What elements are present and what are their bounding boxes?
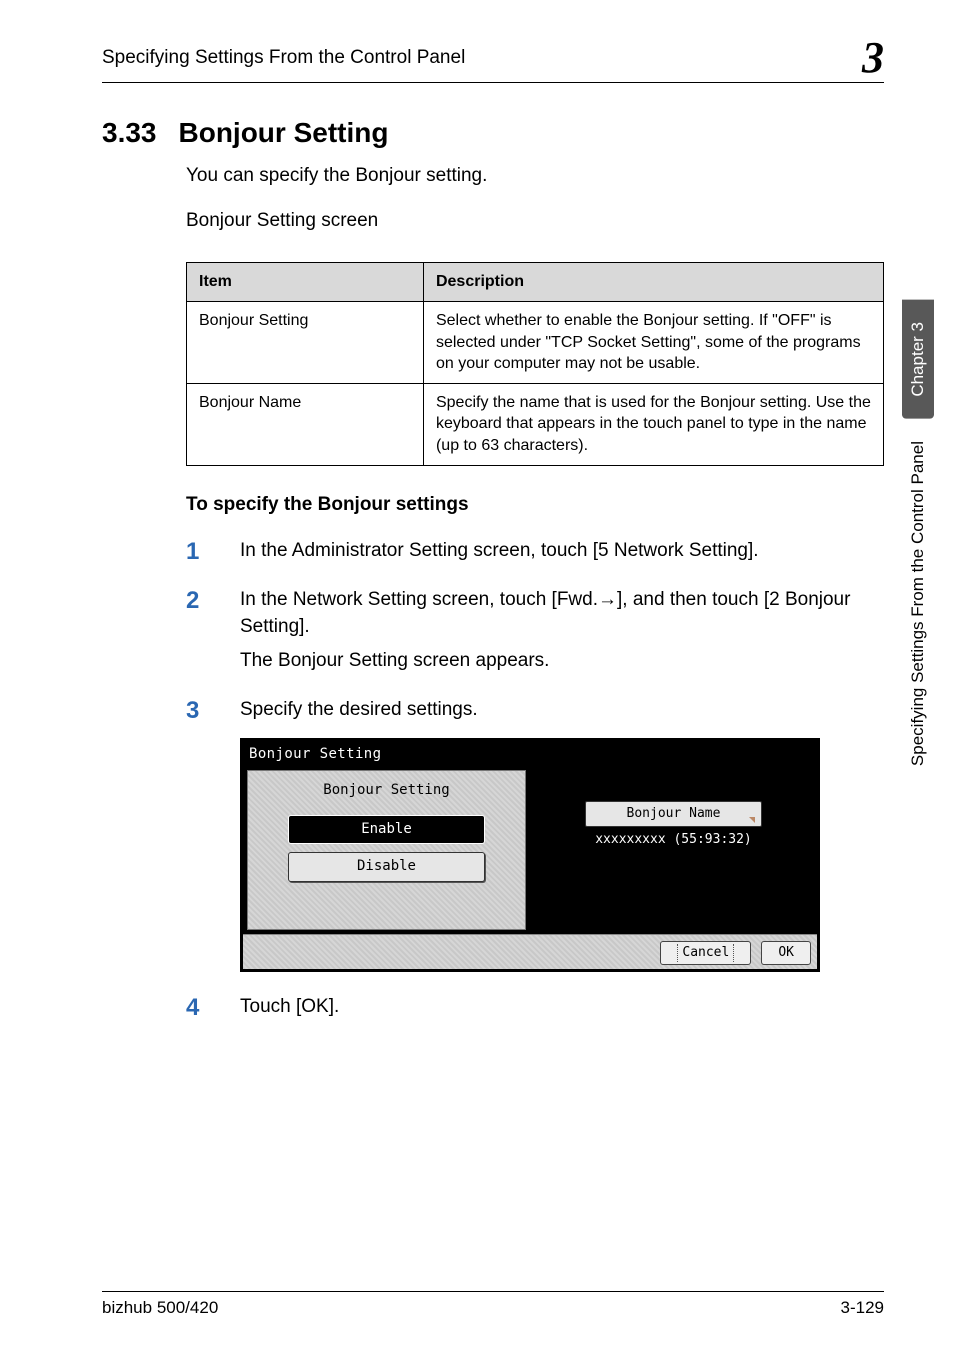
section-number: 3.33 — [102, 117, 157, 149]
disable-button[interactable]: Disable — [288, 852, 485, 882]
table-cell-desc: Specify the name that is used for the Bo… — [423, 383, 883, 465]
parameter-table: Item Description Bonjour Setting Select … — [186, 262, 884, 465]
chapter-number-badge: 3 — [862, 36, 884, 80]
bonjour-name-button[interactable]: Bonjour Name — [585, 801, 762, 827]
panel-title: Bonjour Setting — [243, 741, 817, 771]
step-text-main: In the Network Setting screen, touch [Fw… — [240, 589, 850, 637]
side-tab-title: Specifying Settings From the Control Pan… — [902, 419, 934, 780]
ok-button[interactable]: OK — [761, 941, 811, 965]
panel-group-label: Bonjour Setting — [258, 781, 515, 801]
side-tab: Chapter 3 Specifying Settings From the C… — [900, 300, 936, 780]
step-text: Specify the desired settings. Bonjour Se… — [240, 697, 820, 972]
bonjour-setting-panel: Bonjour Setting Bonjour Setting Enable D… — [240, 738, 820, 973]
running-head: Specifying Settings From the Control Pan… — [102, 36, 884, 83]
enable-button[interactable]: Enable — [288, 815, 485, 845]
step: 4 Touch [OK]. — [186, 994, 884, 1022]
step: 2 In the Network Setting screen, touch [… — [186, 587, 884, 675]
step-number: 1 — [186, 538, 206, 566]
table-header-description: Description — [423, 263, 883, 302]
panel-right-column: Bonjour Name xxxxxxxxx (55:93:32) — [534, 770, 813, 930]
step-text: In the Administrator Setting screen, tou… — [240, 538, 759, 565]
step: 3 Specify the desired settings. Bonjour … — [186, 697, 884, 972]
step-text: In the Network Setting screen, touch [Fw… — [240, 587, 884, 675]
table-row: Bonjour Setting Select whether to enable… — [187, 302, 884, 384]
panel-screenshot: Bonjour Setting Bonjour Setting Enable D… — [240, 738, 820, 973]
step-text: Touch [OK]. — [240, 994, 339, 1021]
step-number: 3 — [186, 697, 206, 725]
table-cell-item: Bonjour Name — [187, 383, 424, 465]
step-number: 4 — [186, 994, 206, 1022]
table-cell-desc: Select whether to enable the Bonjour set… — [423, 302, 883, 384]
page-footer: bizhub 500/420 3-129 — [102, 1291, 884, 1318]
table-cell-item: Bonjour Setting — [187, 302, 424, 384]
procedure-heading: To specify the Bonjour settings — [186, 494, 884, 516]
panel-footer: Cancel OK — [243, 934, 817, 969]
cancel-button-label: Cancel — [677, 944, 734, 962]
intro-caption: Bonjour Setting screen — [186, 208, 884, 234]
footer-model: bizhub 500/420 — [102, 1298, 218, 1318]
table-row: Bonjour Name Specify the name that is us… — [187, 383, 884, 465]
panel-left-column: Bonjour Setting Enable Disable — [247, 770, 526, 930]
step-number: 2 — [186, 587, 206, 615]
section-title: Bonjour Setting — [179, 117, 389, 149]
procedure-steps: 1 In the Administrator Setting screen, t… — [186, 538, 884, 1022]
section-heading: 3.33 Bonjour Setting — [102, 117, 884, 149]
table-header-item: Item — [187, 263, 424, 302]
footer-page-number: 3-129 — [841, 1298, 884, 1318]
step-follow: The Bonjour Setting screen appears. — [240, 648, 884, 675]
intro-paragraph: You can specify the Bonjour setting. — [186, 163, 884, 189]
step-text-main: Specify the desired settings. — [240, 699, 478, 720]
cancel-button[interactable]: Cancel — [660, 941, 751, 965]
running-head-title: Specifying Settings From the Control Pan… — [102, 47, 465, 69]
bonjour-name-value: xxxxxxxxx (55:93:32) — [545, 831, 802, 849]
side-tab-chapter: Chapter 3 — [902, 300, 934, 419]
step: 1 In the Administrator Setting screen, t… — [186, 538, 884, 566]
